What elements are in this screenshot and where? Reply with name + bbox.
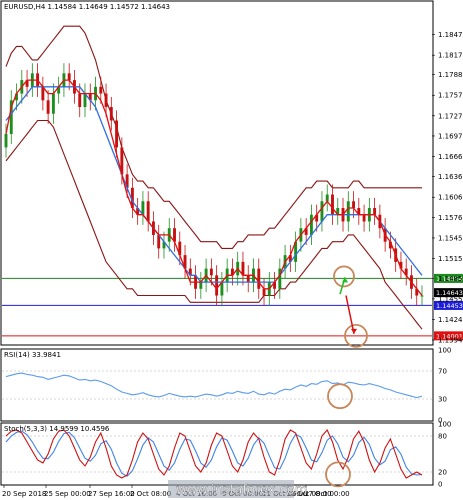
price-tick-label: 1.15455: [438, 234, 463, 242]
candle-body: [257, 268, 261, 289]
time-label: 17 Oct 00:00: [304, 490, 350, 498]
candle-body: [78, 93, 82, 108]
price-tick-label: 1.13940: [438, 336, 463, 344]
candle-body: [309, 214, 313, 235]
candle-body: [320, 201, 324, 222]
stoch-tick-label: 0: [438, 481, 442, 489]
stoch-tick-label: 80: [438, 433, 447, 441]
candle-body: [51, 93, 55, 114]
candle-body: [199, 282, 203, 289]
price-tick-label: 1.15760: [438, 214, 463, 222]
stoch-title: Stoch(5,3,3) 14.9599 10.4596: [4, 425, 110, 433]
candle-body: [373, 208, 377, 215]
rsi-tick-label: 100: [438, 347, 451, 355]
stoch-tick-label: 20: [438, 469, 447, 477]
candle-body: [362, 214, 366, 222]
candle-body: [209, 268, 213, 276]
price-tick-label: 1.14245: [438, 316, 463, 324]
price-tick-label: 1.17880: [438, 71, 463, 79]
candle-body: [352, 201, 355, 209]
symbol-title: EURUSD,H4 1.14584 1.14649 1.14572 1.1464…: [4, 3, 170, 11]
price-tick-label: 1.18170: [438, 52, 463, 60]
price-tick-label: 1.16970: [438, 132, 463, 140]
candle-body: [146, 201, 150, 222]
candle-body: [109, 107, 113, 121]
rsi-tick-label: 70: [438, 368, 447, 376]
time-label: 27 Sep 16:00: [88, 490, 135, 498]
rsi-title: RSI(14) 33.9841: [4, 351, 61, 359]
stoch-tick-label: 100: [438, 421, 451, 429]
candle-body: [420, 295, 424, 297]
candle-body: [104, 93, 108, 108]
time-label: 25 Sep 00:00: [44, 490, 91, 498]
price-tick-label: 1.18475: [438, 31, 463, 39]
price-tick-label: 1.16365: [438, 173, 463, 181]
candle-body: [99, 86, 103, 94]
candle-body: [262, 288, 266, 296]
candle-body: [215, 275, 219, 296]
candle-body: [4, 133, 8, 148]
forex-chart[interactable]: 1.148541.146431.144531.14001 10070300 10…: [0, 0, 463, 500]
price-tick-label: 1.16665: [438, 153, 463, 161]
candle-body: [246, 275, 250, 283]
candle-body: [67, 73, 71, 81]
candle-body: [115, 120, 119, 148]
candle-body: [346, 201, 350, 222]
candle-body: [46, 100, 50, 114]
time-label: 20 Sep 2018: [2, 490, 46, 498]
price-tick-label: 1.17270: [438, 112, 463, 120]
watermark: www.instaforex.com: [176, 483, 307, 498]
price-tick-label: 1.16060: [438, 194, 463, 202]
price-tick-label: 1.14855: [438, 275, 463, 283]
rsi-tick-label: 30: [438, 396, 447, 404]
candle-body: [325, 194, 329, 202]
price-tick-label: 1.15150: [438, 255, 463, 263]
candle-body: [331, 194, 334, 215]
time-label: 2 Oct 08:00: [130, 490, 171, 498]
price-tick-label: 1.17575: [438, 92, 463, 100]
price-tick-label: 1.14550: [438, 295, 463, 303]
